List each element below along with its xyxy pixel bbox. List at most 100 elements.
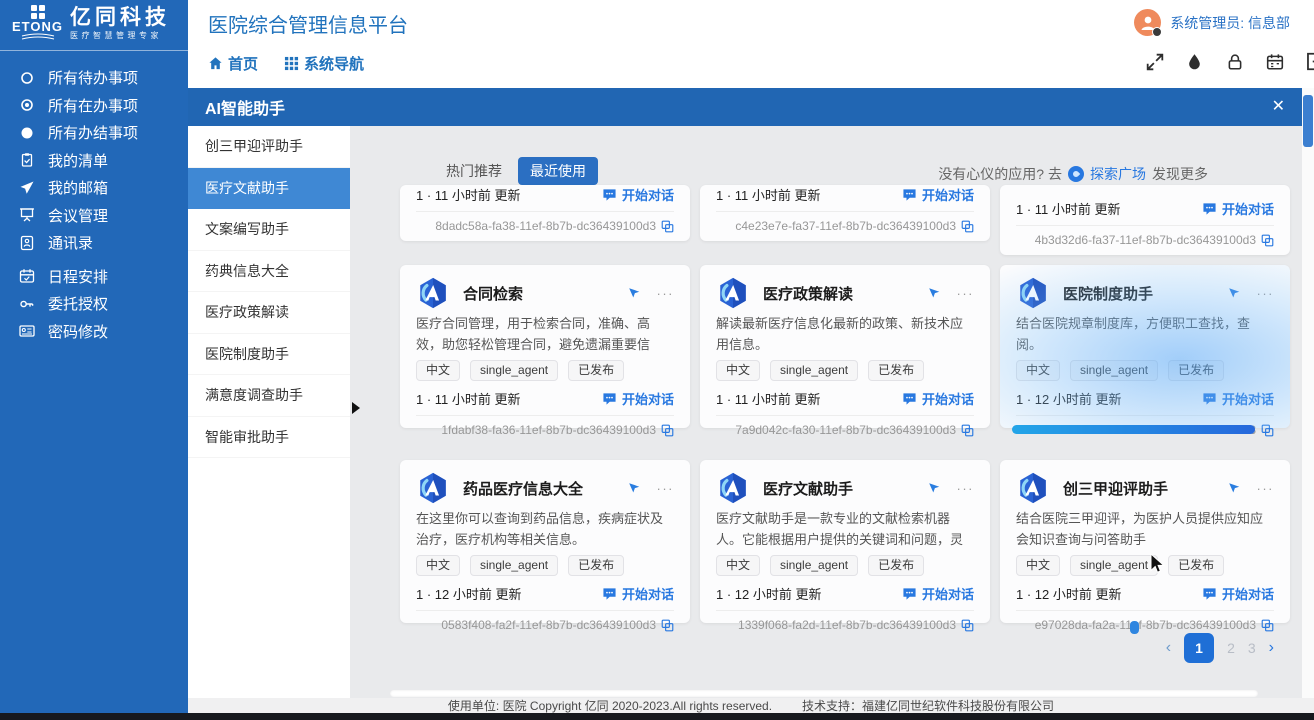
tag-language: 中文 (1016, 555, 1060, 576)
start-chat-button[interactable]: 开始对话 (902, 389, 974, 408)
sidebar-item-mylist[interactable]: 我的清单 (0, 147, 188, 175)
chat-bubble-icon (902, 188, 917, 202)
calendar-icon (19, 268, 35, 284)
start-chat-label: 开始对话 (622, 389, 674, 408)
card-title: 医疗文献助手 (763, 478, 853, 499)
sidebar-item-meeting[interactable]: 会议管理 (0, 202, 188, 230)
app-logo-icon (1016, 276, 1050, 310)
more-menu-icon[interactable]: ··· (1257, 481, 1275, 496)
sidebar-item-schedule[interactable]: 日程安排 (0, 263, 188, 291)
collapse-arrow-icon[interactable] (352, 402, 360, 414)
assistant-card[interactable]: 创三甲迎评助手 ··· 结合医院三甲迎评，为医护人员提供应知应会知识查询与问答助… (1000, 460, 1290, 623)
assistant-list-item[interactable]: 智能审批助手 (188, 417, 350, 459)
vertical-scrollbar-track[interactable] (1302, 88, 1314, 700)
copy-icon[interactable] (1261, 619, 1274, 632)
assistant-list-item[interactable]: 医院制度助手 (188, 334, 350, 376)
more-menu-icon[interactable]: ··· (957, 286, 975, 301)
copy-icon[interactable] (1261, 234, 1274, 247)
start-chat-button[interactable]: 开始对话 (1202, 584, 1274, 603)
calendar-icon[interactable] (1265, 52, 1284, 71)
more-menu-icon[interactable]: ··· (957, 481, 975, 496)
card-updated: 1 · 11 小时前 更新 (416, 185, 521, 204)
fullscreen-icon[interactable] (1145, 52, 1164, 71)
sidebar-item-contacts[interactable]: 通讯录 (0, 229, 188, 257)
tag-language: 中文 (416, 360, 460, 381)
sidebar-item-inprogress[interactable]: 所有在办事项 (0, 92, 188, 120)
copy-icon[interactable] (661, 220, 674, 233)
brand-logo: ETONG 亿同科技 医疗智慧管理专家 (0, 0, 188, 51)
horizontal-scrollbar[interactable] (390, 690, 1258, 697)
start-chat-button[interactable]: 开始对话 (902, 584, 974, 603)
assistant-list-item[interactable]: 文案编写助手 (188, 209, 350, 251)
copy-icon[interactable] (961, 424, 974, 437)
assistant-list-item[interactable]: 药典信息大全 (188, 251, 350, 293)
start-chat-button[interactable]: 开始对话 (602, 185, 674, 204)
copy-icon[interactable] (961, 220, 974, 233)
sidebar-menu: 所有待办事项 所有在办事项 所有办结事项 我的清单 我的邮箱 会议管理 通讯录 … (0, 51, 188, 345)
assistant-card-highlighted[interactable]: 医院制度助手 ··· 结合医院规章制度库，方便职工查找，查阅。 中文single… (1000, 265, 1290, 428)
vertical-scrollbar-thumb[interactable] (1303, 95, 1313, 147)
card-title: 创三甲迎评助手 (1063, 478, 1168, 499)
assistant-card[interactable]: 药品医疗信息大全 ··· 在这里你可以查询到药品信息，疾病症状及治疗，医疗机构等… (400, 460, 690, 623)
assistant-card[interactable]: 医疗文献助手 ··· 医疗文献助手是一款专业的文献检索机器人。它能根据用户提供的… (700, 460, 990, 623)
card-uuid: 7a9d042c-fa30-11ef-8b7b-dc36439100d3 (735, 423, 956, 437)
tab-hot-recommend[interactable]: 热门推荐 (446, 161, 502, 181)
copy-icon[interactable] (661, 619, 674, 632)
start-chat-button[interactable]: 开始对话 (602, 584, 674, 603)
footer: 使用单位: 医院 Copyright 亿同 2020-2023.All righ… (188, 698, 1314, 713)
page-next-icon[interactable]: › (1269, 639, 1274, 657)
tab-recently-used[interactable]: 最近使用 (518, 157, 598, 185)
assistant-card-partial[interactable]: 1 · 11 小时前 更新 开始对话 4b3d32d6-fa37-11ef-8b… (1000, 185, 1290, 255)
nav-home[interactable]: 首页 (208, 53, 258, 74)
logout-icon[interactable] (1305, 52, 1314, 71)
lock-icon[interactable] (1225, 52, 1244, 71)
more-menu-icon[interactable]: ··· (657, 286, 675, 301)
more-menu-icon[interactable]: ··· (1257, 286, 1275, 301)
assistant-card-partial[interactable]: 1 · 11 小时前 更新 开始对话 c4e23e7e-fa37-11ef-8b… (700, 185, 990, 241)
sidebar-item-label: 所有办结事项 (48, 122, 138, 143)
pointer-icon (927, 481, 941, 495)
start-chat-button[interactable]: 开始对话 (602, 389, 674, 408)
tag-status: 已发布 (868, 555, 924, 576)
chat-bubble-icon (902, 587, 917, 601)
sidebar-item-label: 会议管理 (48, 205, 108, 226)
start-chat-label: 开始对话 (922, 389, 974, 408)
start-chat-button[interactable]: 开始对话 (902, 185, 974, 204)
assistant-card[interactable]: 医疗政策解读 ··· 解读最新医疗信息化最新的政策、新技术应用信息。 中文sin… (700, 265, 990, 428)
sidebar-item-password[interactable]: 密码修改 (0, 318, 188, 346)
start-chat-button[interactable]: 开始对话 (1202, 389, 1274, 408)
page-1-active[interactable]: 1 (1184, 633, 1214, 663)
sidebar-item-label: 所有在办事项 (48, 95, 138, 116)
start-chat-label: 开始对话 (622, 185, 674, 204)
more-menu-icon[interactable]: ··· (657, 481, 675, 496)
copy-icon[interactable] (661, 424, 674, 437)
sidebar-item-done[interactable]: 所有办结事项 (0, 119, 188, 147)
assistant-list-item[interactable]: 医疗政策解读 (188, 292, 350, 334)
page-prev-icon[interactable]: ‹ (1166, 639, 1171, 657)
explore-plaza-link[interactable]: 探索广场 (1090, 164, 1146, 184)
user-info[interactable]: 系统管理员: 信息部 (1134, 9, 1290, 36)
start-chat-button[interactable]: 开始对话 (1202, 199, 1274, 218)
chat-bubble-icon (602, 392, 617, 406)
nav-system-label: 系统导航 (304, 53, 364, 74)
card-tags: 中文single_agent已发布 (1016, 360, 1274, 381)
card-description: 在这里你可以查询到药品信息，疾病症状及治疗，医疗机构等相关信息。 (416, 509, 674, 550)
sidebar-item-mailbox[interactable]: 我的邮箱 (0, 174, 188, 202)
copy-icon[interactable] (1261, 424, 1274, 437)
top-nav: 首页 系统导航 (208, 53, 364, 74)
page-2[interactable]: 2 (1227, 640, 1235, 656)
sidebar-item-delegate[interactable]: 委托授权 (0, 290, 188, 318)
avatar-status-dot (1152, 27, 1162, 37)
copy-icon[interactable] (961, 619, 974, 632)
tag-language: 中文 (416, 555, 460, 576)
assistant-list-item[interactable]: 满意度调查助手 (188, 375, 350, 417)
assistant-card[interactable]: 合同检索 ··· 医疗合同管理，用于检索合同，准确、高效，助您轻松管理合同，避免… (400, 265, 690, 428)
close-icon[interactable]: ✕ (1272, 99, 1285, 115)
nav-system[interactable]: 系统导航 (284, 53, 364, 74)
assistant-card-partial[interactable]: 1 · 11 小时前 更新 开始对话 8dadc58a-fa38-11ef-8b… (400, 185, 690, 241)
page-3[interactable]: 3 (1248, 640, 1256, 656)
sidebar-item-todo[interactable]: 所有待办事项 (0, 64, 188, 92)
assistant-list-item-selected[interactable]: 医疗文献助手 (188, 168, 350, 210)
assistant-list-item[interactable]: 创三甲迎评助手 (188, 126, 350, 168)
droplet-icon[interactable] (1185, 52, 1204, 71)
